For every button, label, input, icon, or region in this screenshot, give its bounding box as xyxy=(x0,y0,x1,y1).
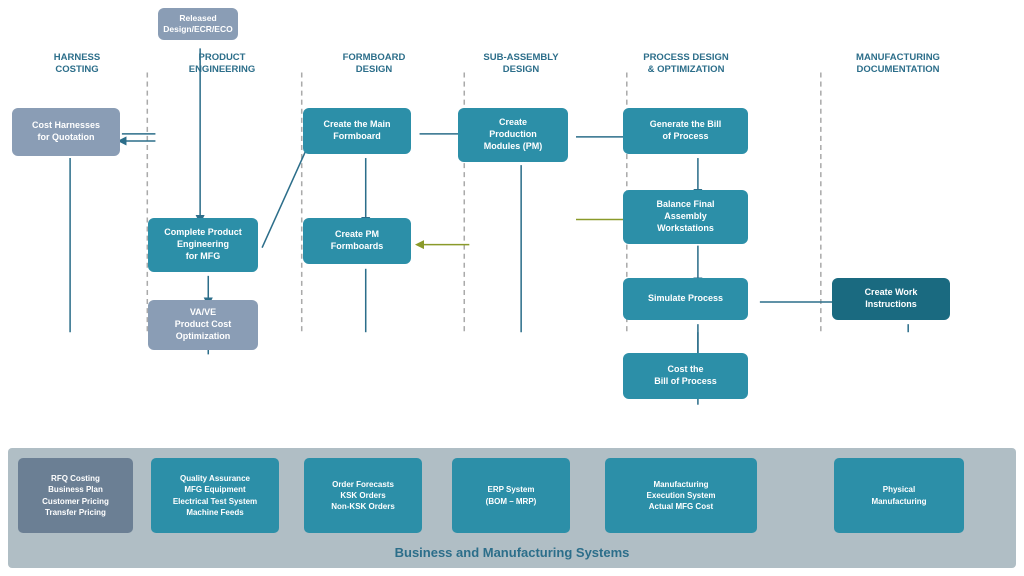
complete-product-box: Complete Product Engineering for MFG xyxy=(148,218,258,272)
simulate-process-box: Simulate Process xyxy=(623,278,748,320)
systems-bar-label: Business and Manufacturing Systems xyxy=(395,545,630,560)
col-header-formboard: FORMBOARD DESIGN xyxy=(298,52,450,76)
col-header-process-design: PROCESS DESIGN & OPTIMIZATION xyxy=(592,52,780,76)
col-header-subassembly: SUB-ASSEMBLY DESIGN xyxy=(450,52,592,76)
physical-mfg-sys-box: Physical Manufacturing xyxy=(834,458,964,533)
production-modules-box: Create Production Modules (PM) xyxy=(458,108,568,162)
order-forecasts-sys-box: Order Forecasts KSK Orders Non-KSK Order… xyxy=(304,458,422,533)
cost-harnesses-box: Cost Harnesses for Quotation xyxy=(12,108,120,156)
systems-bar: RFQ Costing Business Plan Customer Prici… xyxy=(8,448,1016,568)
col-header-product-eng: PRODUCT ENGINEERING xyxy=(146,52,298,76)
col-header-mfg-doc: MANUFACTURING DOCUMENTATION xyxy=(780,52,1016,76)
released-design-box: Released Design/ECR/ECO xyxy=(158,8,238,40)
mfg-execution-sys-box: Manufacturing Execution System Actual MF… xyxy=(605,458,757,533)
vave-box: VA/VE Product Cost Optimization xyxy=(148,300,258,350)
main-container: HARNESS COSTING PRODUCT ENGINEERING FORM… xyxy=(0,0,1024,576)
rfq-costing-sys-box: RFQ Costing Business Plan Customer Prici… xyxy=(18,458,133,533)
diagram-area: HARNESS COSTING PRODUCT ENGINEERING FORM… xyxy=(0,0,1024,448)
quality-assurance-sys-box: Quality Assurance MFG Equipment Electric… xyxy=(151,458,279,533)
main-formboard-box: Create the Main Formboard xyxy=(303,108,411,154)
balance-workstations-box: Balance Final Assembly Workstations xyxy=(623,190,748,244)
generate-bop-box: Generate the Bill of Process xyxy=(623,108,748,154)
col-header-harness: HARNESS COSTING xyxy=(8,52,146,76)
erp-system-sys-box: ERP System (BOM – MRP) xyxy=(452,458,570,533)
cost-bop-box: Cost the Bill of Process xyxy=(623,353,748,399)
pm-formboards-box: Create PM Formboards xyxy=(303,218,411,264)
create-work-instructions-box: Create Work Instructions xyxy=(832,278,950,320)
